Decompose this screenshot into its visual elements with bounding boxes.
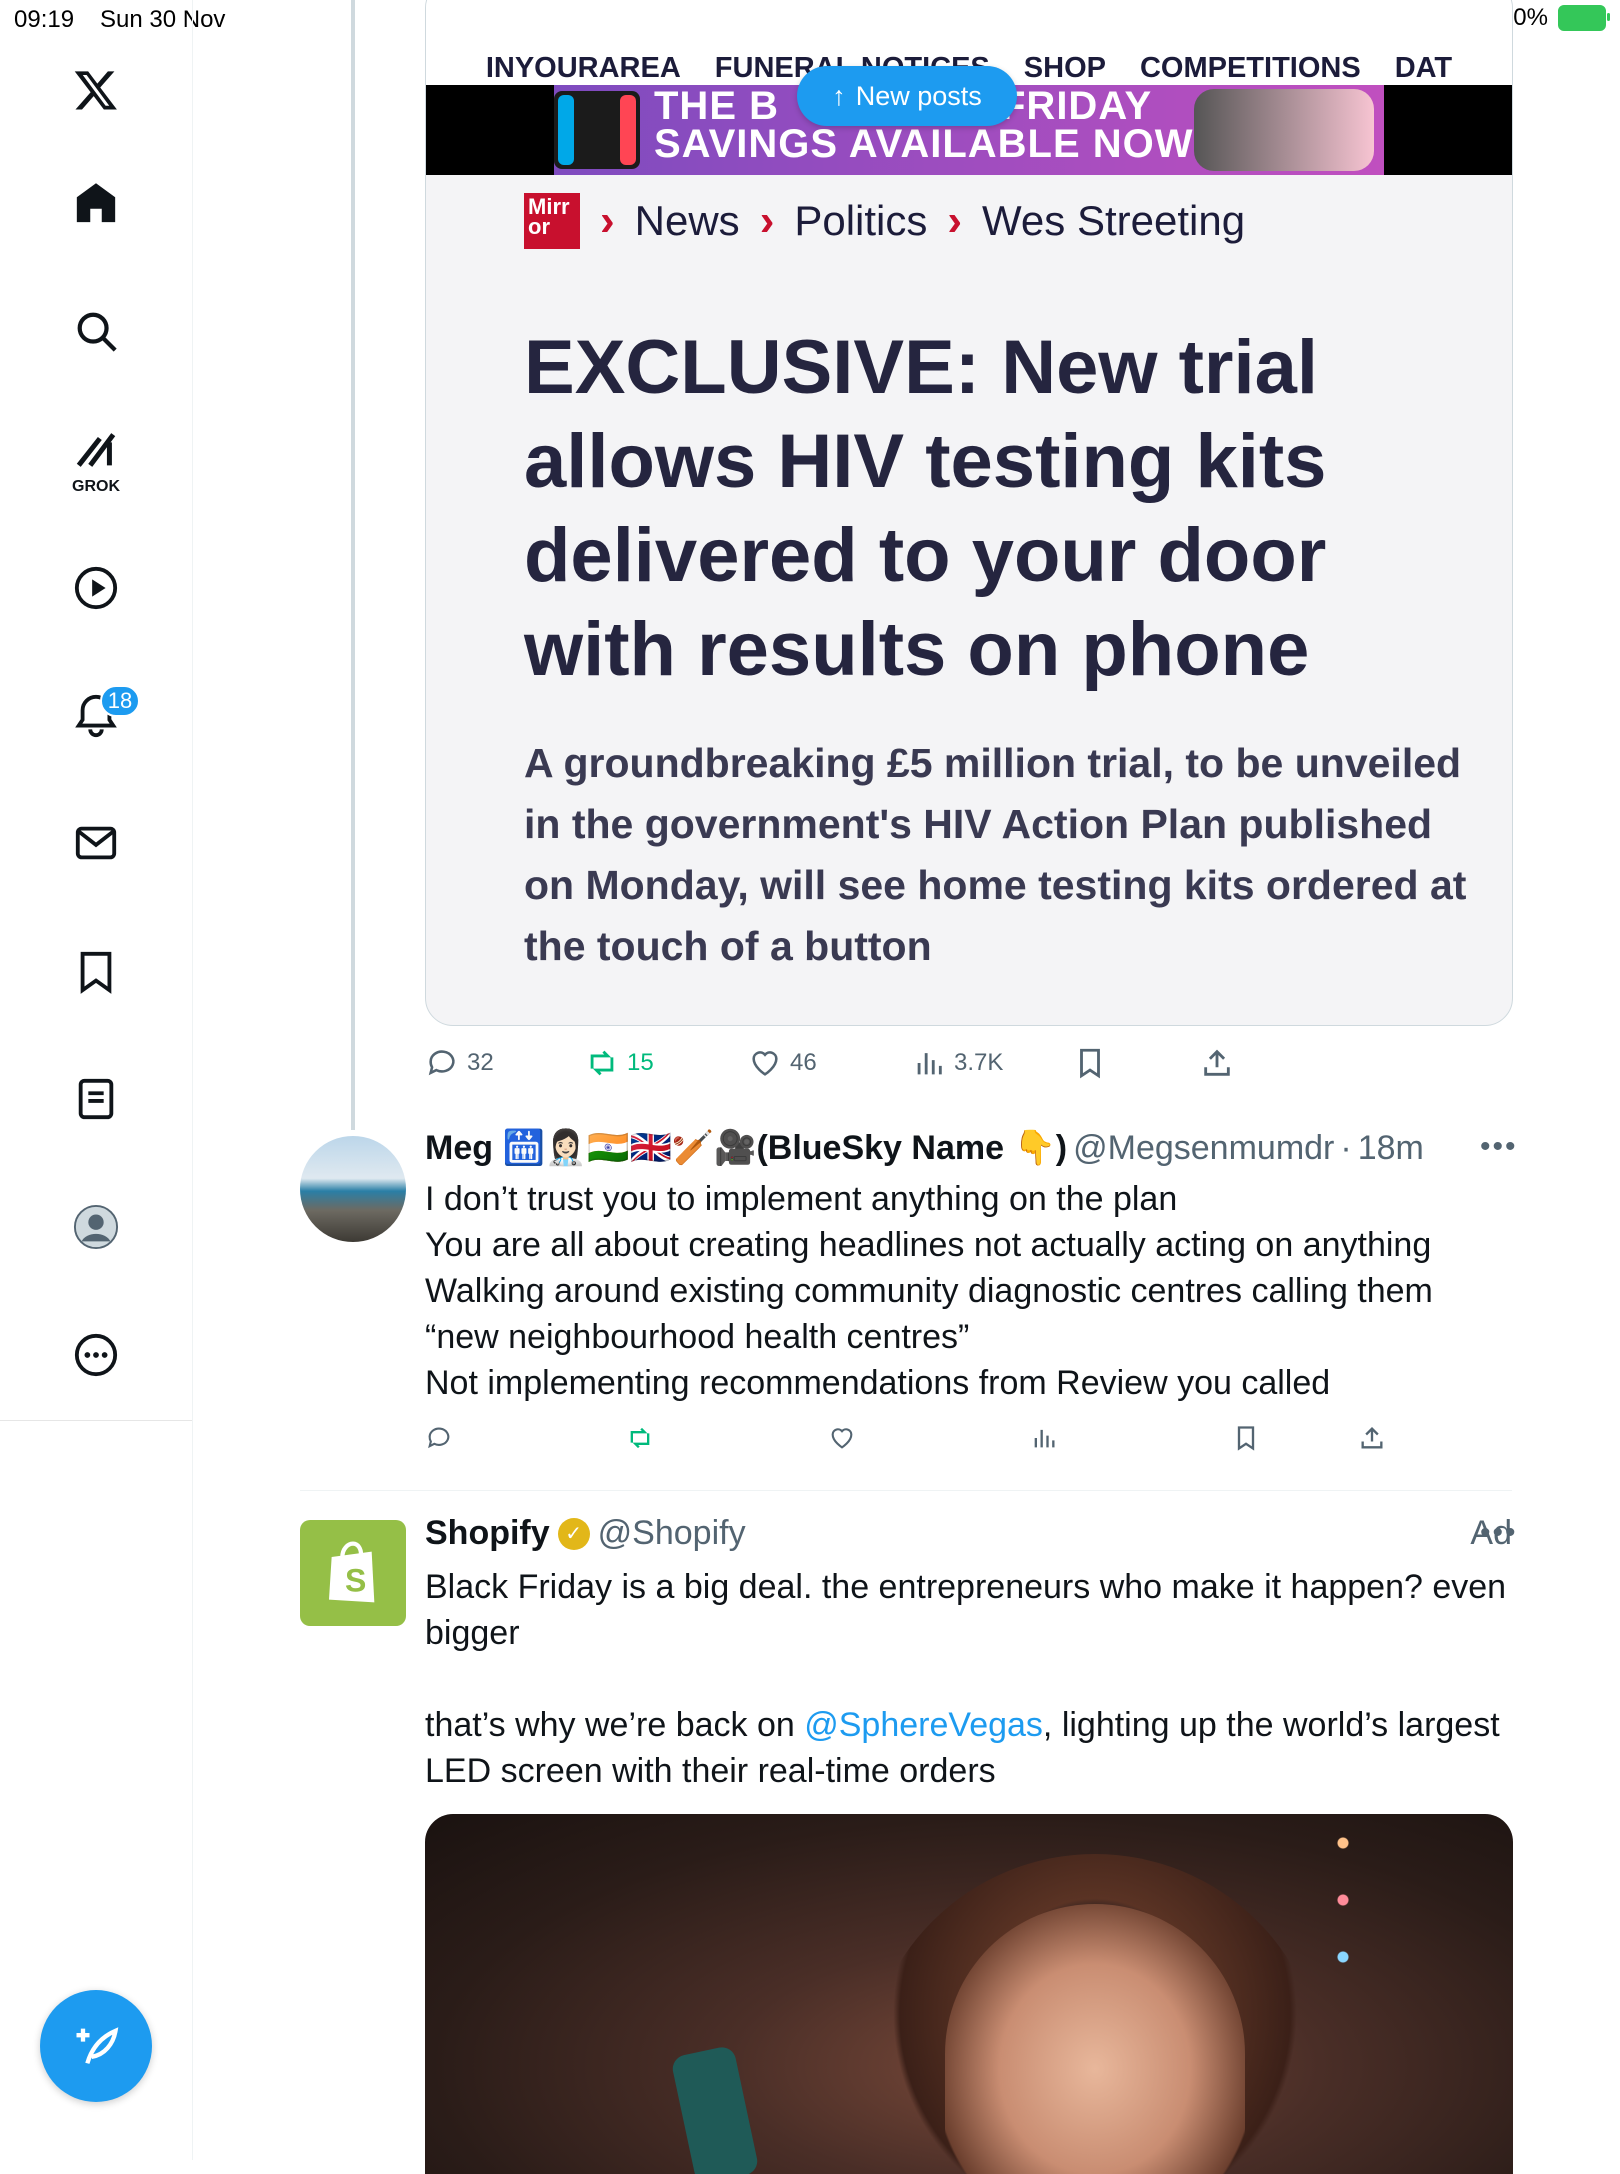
reply-button[interactable]: 32 (425, 1046, 494, 1080)
bookmark-icon[interactable] (66, 942, 126, 1002)
site-nav-item: SHOP (1023, 52, 1106, 84)
post-divider (300, 1490, 1512, 1491)
profile-icon[interactable] (66, 1197, 126, 1257)
timestamp[interactable]: 18m (1358, 1129, 1424, 1168)
play-icon[interactable] (66, 558, 126, 618)
reply-count: 32 (467, 1049, 494, 1076)
reply-button[interactable] (425, 1424, 453, 1452)
views-button[interactable]: 3.7K (912, 1046, 1003, 1080)
chevron-right-icon: › (759, 196, 775, 245)
reply-text: I don’t trust you to implement anything … (425, 1176, 1505, 1406)
grok-icon[interactable] (66, 420, 126, 480)
mirror-logo: Mirr or (524, 193, 580, 249)
repost-button[interactable]: 15 (585, 1046, 654, 1080)
shopping-bag-icon: S (329, 1541, 375, 1603)
repost-icon (630, 1427, 650, 1449)
console-image (554, 91, 640, 169)
bookmark-post-button[interactable] (1073, 1046, 1107, 1080)
notification-badge: 18 (100, 685, 140, 717)
repost-button[interactable] (626, 1424, 654, 1452)
chevron-right-icon: › (600, 196, 615, 245)
search-icon[interactable] (66, 301, 126, 361)
breadcrumb: Mirr or › News › Politics › Wes Streetin… (524, 193, 1245, 249)
reply-line: I don’t trust you to implement anything … (425, 1180, 1178, 1218)
more-options-icon[interactable]: ••• (1480, 1130, 1518, 1164)
ad-header: Shopify ✓ @Shopify (425, 1514, 746, 1553)
new-posts-label: New posts (855, 80, 982, 111)
verified-badge-icon: ✓ (557, 1517, 590, 1550)
like-count: 46 (790, 1049, 817, 1076)
site-nav-item: COMPETITIONS (1139, 52, 1361, 84)
mail-icon[interactable] (66, 813, 126, 873)
reply-header: Meg 🛗👩🏻‍⚕️🇮🇳🇬🇧🏏🎥(BlueSky Name 👇) @Megsen… (425, 1128, 1424, 1168)
phones-image (1194, 89, 1374, 171)
grok-label: GROK (72, 478, 120, 495)
separator: · (1340, 1128, 1352, 1167)
battery-icon (1558, 5, 1610, 31)
arrow-up-icon: ↑ (832, 80, 846, 111)
bookmark-icon (1237, 1426, 1255, 1451)
ad-text-paragraph: Black Friday is a big deal. the entrepre… (425, 1568, 1507, 1652)
svg-text:S: S (345, 1563, 366, 1599)
views-button[interactable] (1030, 1424, 1058, 1452)
share-icon (1361, 1427, 1383, 1449)
breadcrumb-item: Wes Streeting (982, 197, 1246, 244)
views-count: 3.7K (954, 1049, 1004, 1076)
breadcrumb-item: Politics (794, 197, 928, 244)
home-icon[interactable] (66, 173, 126, 233)
article-standfirst: A groundbreaking £5 million trial, to be… (524, 740, 1467, 969)
heart-icon (831, 1428, 853, 1449)
ad-text: Black Friday is a big deal. the entrepre… (425, 1564, 1515, 1794)
ad-video[interactable] (425, 1814, 1513, 2174)
share-button[interactable] (1358, 1424, 1386, 1452)
thread-connector-line (351, 0, 355, 1130)
reply-line: You are all about creating headlines not… (425, 1226, 1432, 1264)
feather-plus-icon (76, 2027, 119, 2064)
repost-icon (590, 1050, 614, 1076)
article-headline: EXCLUSIVE: New trial allows HIV testing … (524, 325, 1327, 692)
display-name[interactable]: Meg 🛗👩🏻‍⚕️🇮🇳🇬🇧🏏🎥(BlueSky Name 👇) (425, 1128, 1067, 1168)
views-icon (1034, 1429, 1055, 1448)
reply-icon (428, 1427, 450, 1449)
share-icon (1204, 1049, 1230, 1076)
chevron-right-icon: › (947, 196, 963, 245)
reply-line: Walking around existing community diagno… (425, 1272, 1433, 1310)
heart-icon (752, 1051, 778, 1076)
handle[interactable]: @Megsenmumdr (1073, 1129, 1334, 1168)
share-button[interactable] (1200, 1046, 1234, 1080)
article-card[interactable]: INYOURAREA FUNERAL NOTICES SHOP COMPETIT… (425, 0, 1513, 1026)
compose-button[interactable] (40, 1990, 152, 2102)
more-icon[interactable] (66, 1325, 126, 1385)
more-options-icon[interactable]: ••• (1480, 1516, 1518, 1550)
avatar[interactable] (300, 1136, 406, 1242)
ad-text-paragraph: that’s why we’re back on @SphereVegas, l… (425, 1706, 1500, 1790)
display-name[interactable]: Shopify (425, 1514, 550, 1553)
reply-icon (428, 1050, 455, 1076)
shopify-avatar[interactable]: S (300, 1520, 406, 1626)
handle[interactable]: @Shopify (598, 1514, 746, 1553)
repost-count: 15 (627, 1049, 654, 1076)
x-logo-icon[interactable] (66, 60, 126, 120)
string-lights (1323, 1824, 1363, 2014)
reply-line: Not implementing recommendations from Re… (425, 1364, 1331, 1402)
site-nav-item: INYOURAREA (485, 52, 681, 84)
new-posts-pill[interactable]: ↑ New posts (797, 66, 1017, 126)
sidebar-divider (0, 1420, 192, 1421)
like-button[interactable]: 46 (748, 1046, 817, 1080)
bookmark-icon (1080, 1048, 1100, 1079)
bookmark-post-button[interactable] (1232, 1424, 1260, 1452)
site-nav-item: DAT (1394, 52, 1453, 84)
views-icon (917, 1053, 942, 1075)
video-phone (670, 2044, 760, 2174)
like-button[interactable] (828, 1424, 856, 1452)
breadcrumb-item: News (634, 197, 740, 244)
mention-link[interactable]: @SphereVegas (804, 1706, 1043, 1744)
list-icon[interactable] (66, 1069, 126, 1129)
reply-line: “new neighbourhood health centres” (425, 1318, 970, 1356)
